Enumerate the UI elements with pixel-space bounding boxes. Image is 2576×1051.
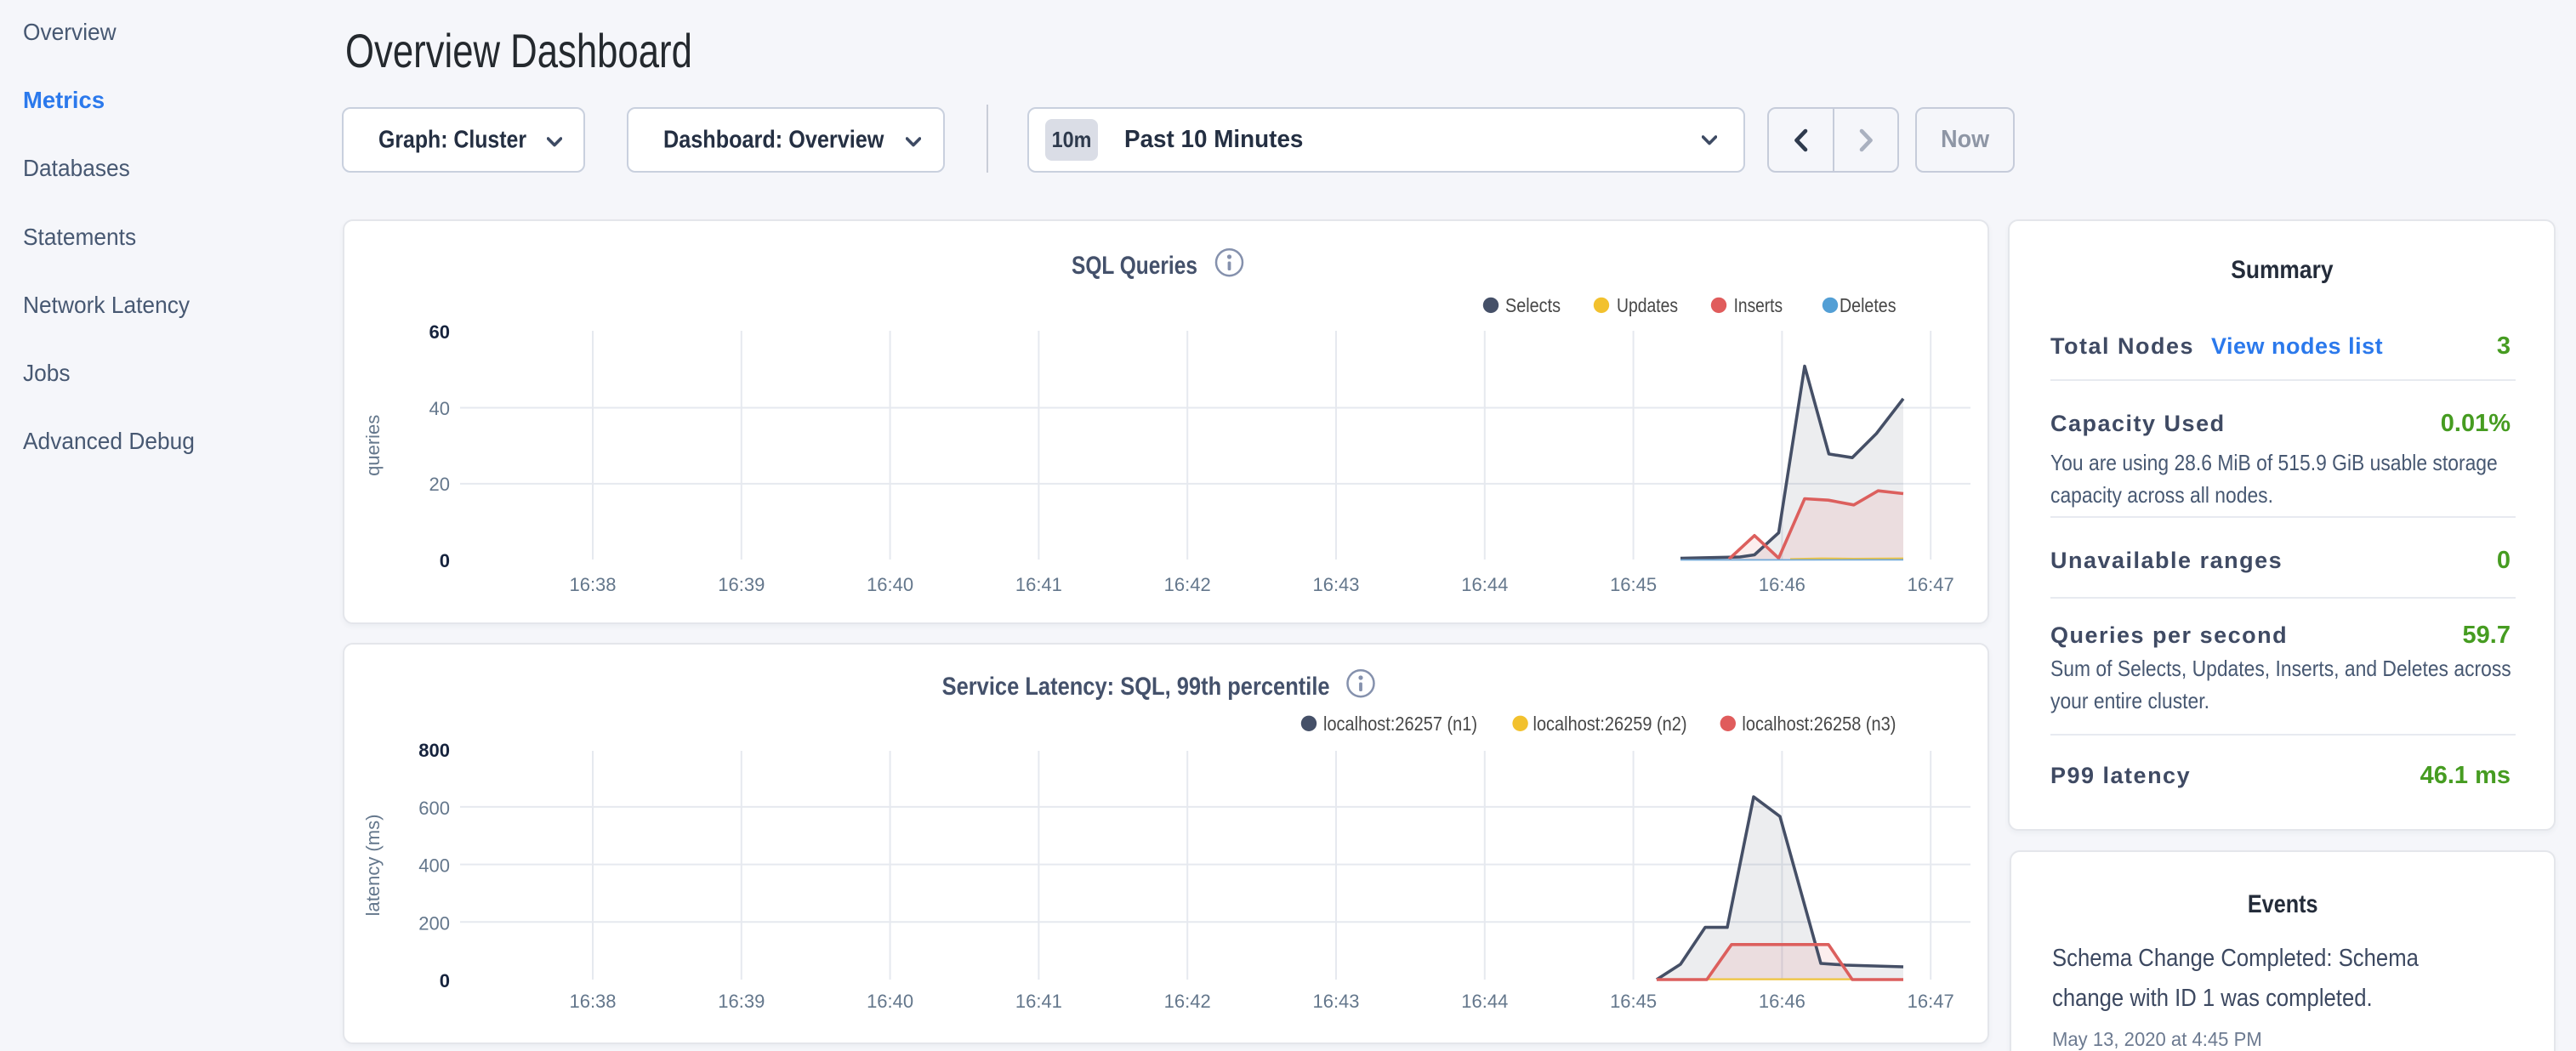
svg-text:localhost:26259 (n2): localhost:26259 (n2) — [1533, 713, 1687, 735]
svg-text:16:45: 16:45 — [1610, 991, 1657, 1012]
svg-text:16:44: 16:44 — [1461, 991, 1508, 1012]
svg-text:Updates: Updates — [1617, 294, 1678, 316]
svg-text:16:45: 16:45 — [1610, 574, 1657, 595]
svg-text:16:39: 16:39 — [718, 991, 765, 1012]
svg-text:200: 200 — [418, 912, 450, 934]
svg-text:16:42: 16:42 — [1164, 574, 1211, 595]
svg-text:400: 400 — [418, 855, 450, 877]
svg-text:20: 20 — [429, 474, 450, 495]
svg-text:800: 800 — [418, 740, 450, 761]
svg-text:SQL Queries: SQL Queries — [1072, 252, 1197, 280]
svg-text:16:41: 16:41 — [1015, 574, 1062, 595]
svg-text:16:40: 16:40 — [867, 991, 913, 1012]
svg-text:16:46: 16:46 — [1759, 991, 1805, 1012]
svg-text:16:38: 16:38 — [569, 574, 616, 595]
svg-text:16:40: 16:40 — [867, 574, 913, 595]
svg-text:16:43: 16:43 — [1312, 574, 1359, 595]
svg-text:16:47: 16:47 — [1908, 574, 1954, 595]
svg-text:60: 60 — [429, 321, 450, 343]
svg-text:localhost:26258 (n3): localhost:26258 (n3) — [1742, 713, 1896, 735]
svg-text:queries: queries — [362, 415, 384, 476]
svg-text:16:44: 16:44 — [1461, 574, 1508, 595]
svg-text:Inserts: Inserts — [1734, 294, 1783, 316]
svg-text:16:38: 16:38 — [569, 991, 616, 1012]
svg-text:16:42: 16:42 — [1164, 991, 1211, 1012]
svg-text:0: 0 — [440, 970, 450, 991]
svg-text:localhost:26257 (n1): localhost:26257 (n1) — [1323, 713, 1477, 735]
svg-text:16:41: 16:41 — [1015, 991, 1062, 1012]
svg-text:600: 600 — [418, 798, 450, 819]
svg-text:16:46: 16:46 — [1759, 574, 1805, 595]
svg-text:Deletes: Deletes — [1840, 294, 1896, 316]
svg-text:Selects: Selects — [1505, 294, 1561, 316]
svg-text:0: 0 — [440, 550, 450, 571]
svg-text:16:39: 16:39 — [718, 574, 765, 595]
svg-text:latency (ms): latency (ms) — [362, 815, 384, 917]
svg-text:16:47: 16:47 — [1908, 991, 1954, 1012]
svg-text:16:43: 16:43 — [1312, 991, 1359, 1012]
svg-text:Service Latency: SQL, 99th per: Service Latency: SQL, 99th percentile — [942, 673, 1330, 701]
svg-text:40: 40 — [429, 398, 450, 419]
